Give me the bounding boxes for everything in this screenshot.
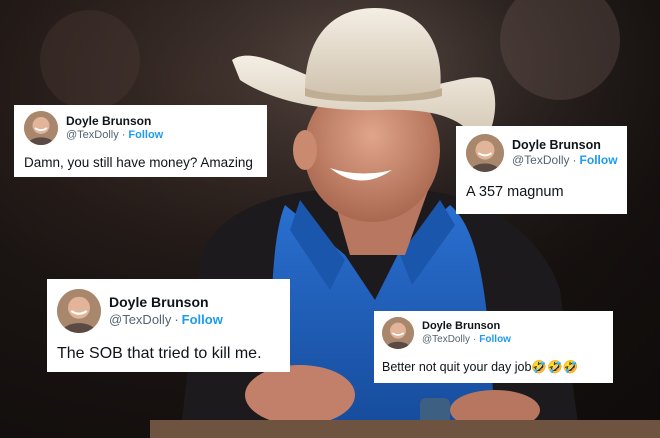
handle[interactable]: @TexDolly [109,312,171,327]
follow-button[interactable]: Follow [580,153,618,167]
tweet-text: Better not quit your day job🤣🤣🤣 [382,360,579,374]
separator: · [174,311,179,327]
handle[interactable]: @TexDolly [66,129,119,141]
poker-table [150,420,660,438]
avatar[interactable] [382,317,414,349]
avatar[interactable] [24,111,58,145]
photo-collage: Doyle Brunson @TexDolly · Follow Damn, you… [0,0,660,438]
profile-photo-icon [382,317,414,349]
tweet-card: Doyle Brunson @TexDolly · Follow The SOB t… [47,279,290,372]
separator: · [121,128,126,141]
tweet-text: A 357 magnum [466,184,564,200]
tweet-card: Doyle Brunson @TexDolly · Follow Better no… [374,311,613,383]
tweet-text: The SOB that tried to kill me. [57,345,262,362]
avatar[interactable] [57,289,101,333]
display-name[interactable]: Doyle Brunson [422,320,511,334]
tweet-card: Doyle Brunson @TexDolly · Follow A 357 mag… [456,126,627,214]
separator: · [472,333,477,345]
display-name[interactable]: Doyle Brunson [512,138,618,154]
tweet-header: Doyle Brunson @TexDolly · Follow [24,111,257,145]
follow-button[interactable]: Follow [182,312,223,327]
tweet-header: Doyle Brunson @TexDolly · Follow [57,289,280,333]
tweet-header: Doyle Brunson @TexDolly · Follow [466,134,618,172]
hand [245,365,355,425]
separator: · [572,153,577,168]
tweet-header: Doyle Brunson @TexDolly · Follow [382,317,605,349]
profile-photo-icon [24,111,58,145]
handle[interactable]: @TexDolly [422,334,470,345]
follow-button[interactable]: Follow [128,129,163,141]
tweet-text: Damn, you still have money? Amazing [24,155,253,170]
profile-photo-icon [57,289,101,333]
display-name[interactable]: Doyle Brunson [109,294,223,312]
tweet-card: Doyle Brunson @TexDolly · Follow Damn, you… [14,105,267,177]
display-name[interactable]: Doyle Brunson [66,114,163,129]
avatar[interactable] [466,134,504,172]
follow-button[interactable]: Follow [479,334,511,345]
profile-photo-icon [466,134,504,172]
handle[interactable]: @TexDolly [512,153,570,167]
